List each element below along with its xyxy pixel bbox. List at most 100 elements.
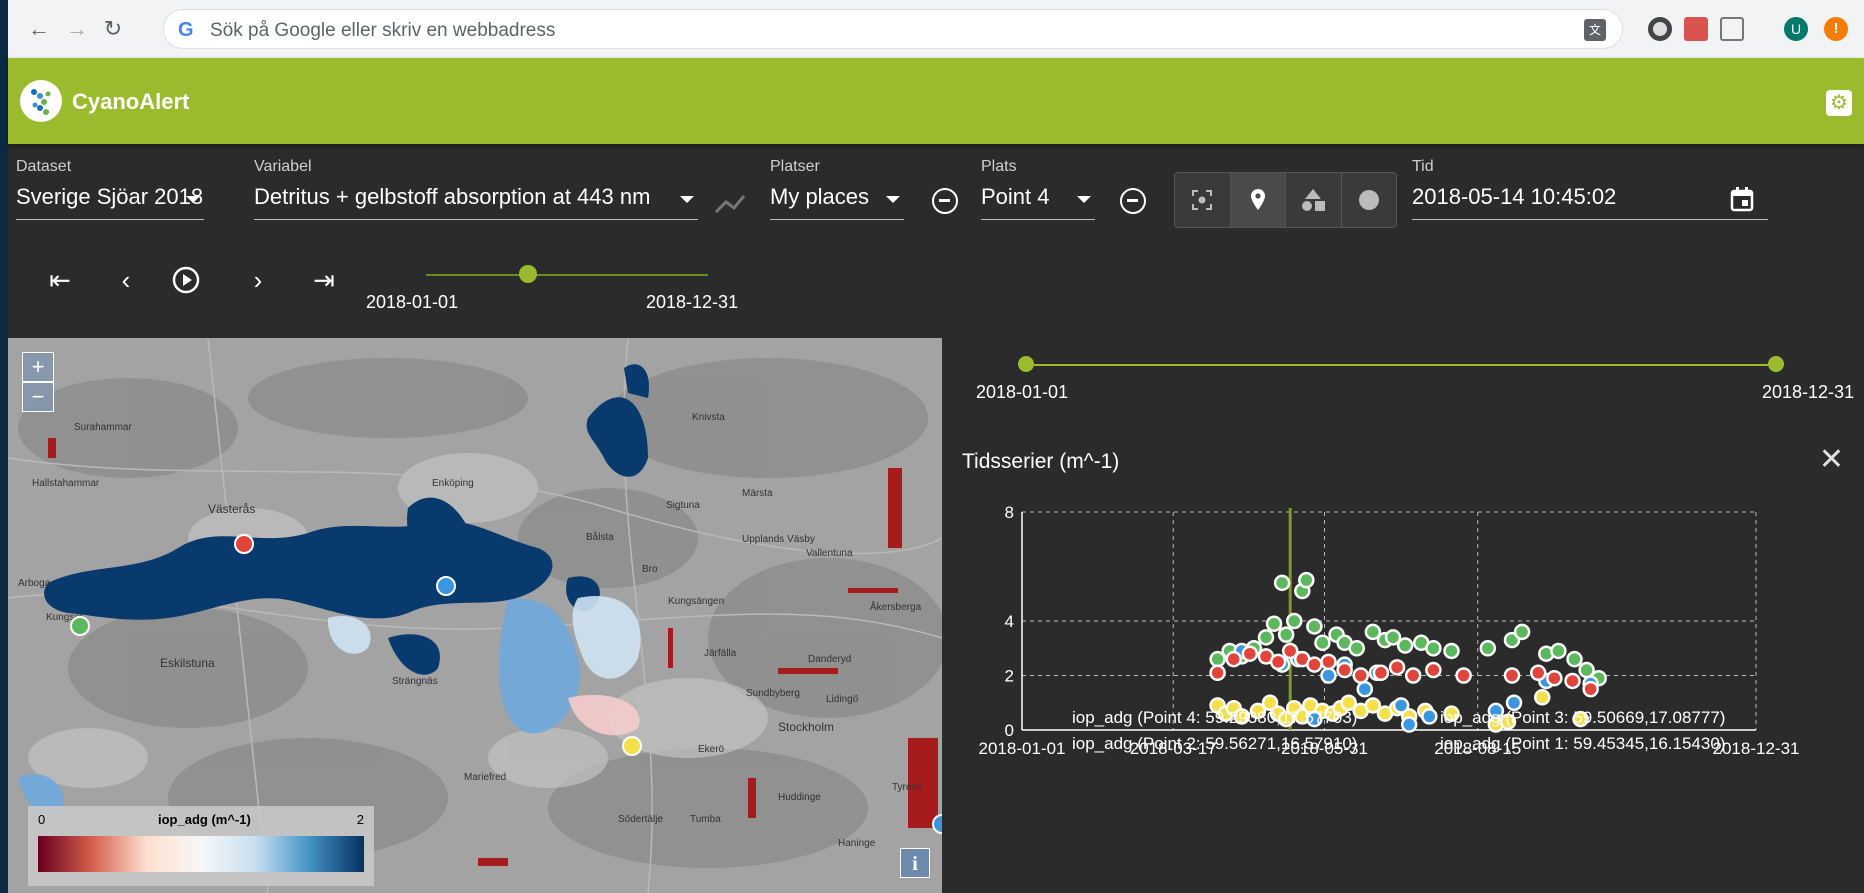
place-select[interactable]: Point 4 <box>981 184 1095 220</box>
place-label: Åkersberga <box>870 602 922 613</box>
zoom-out-button[interactable]: − <box>22 382 54 412</box>
reload-icon[interactable]: ↻ <box>100 16 126 42</box>
first-step-icon[interactable]: ⇤ <box>42 266 78 294</box>
address-bar[interactable]: G Sök på Google eller skriv en webbadres… <box>163 9 1623 49</box>
browser-toolbar: ← → ↻ G Sök på Google eller skriv en web… <box>8 0 1864 58</box>
y-tick-label: 2 <box>1005 667 1014 686</box>
point-4-marker[interactable] <box>622 736 642 756</box>
circle-icon[interactable] <box>1342 173 1397 227</box>
update-alert-icon[interactable]: ! <box>1824 17 1848 41</box>
data-point-series-4 <box>1352 667 1370 684</box>
places-select[interactable]: My places <box>770 184 904 220</box>
data-point-series-3 <box>1421 708 1438 725</box>
place-label: Kungsängen <box>668 596 725 607</box>
variable-value: Detritus + gelbstoff absorption at 443 n… <box>254 184 651 209</box>
chevron-down-icon <box>1077 196 1091 203</box>
next-step-icon[interactable]: › <box>240 266 276 294</box>
extension-ring-icon[interactable] <box>1648 17 1672 41</box>
data-point-series-1 <box>1534 689 1551 706</box>
shapes-icon[interactable] <box>1286 173 1342 227</box>
remove-place-icon[interactable] <box>1120 188 1146 214</box>
zoom-in-button[interactable]: + <box>22 352 54 382</box>
point-2-marker[interactable] <box>436 576 456 596</box>
map-color-legend: 0 iop_adg (m^-1) 2 <box>28 806 374 886</box>
data-point-series-2 <box>1277 626 1295 643</box>
address-placeholder: Sök på Google eller skriv en webbadress <box>210 20 556 41</box>
slider-start-label: 2018-01-01 <box>366 292 459 312</box>
legend-colorbar <box>38 836 364 872</box>
range-slider-track[interactable] <box>1026 364 1776 366</box>
place-label: Enköping <box>432 478 474 489</box>
cast-extension-icon[interactable] <box>1720 17 1744 41</box>
place-label: Surahammar <box>74 422 132 433</box>
last-step-icon[interactable]: ⇥ <box>306 266 342 294</box>
data-point-series-4 <box>1529 664 1547 682</box>
legend-min: 0 <box>38 812 46 827</box>
timeseries-chart-icon[interactable] <box>714 192 750 216</box>
calendar-icon[interactable] <box>1730 186 1754 218</box>
pdf-extension-icon[interactable] <box>1684 17 1708 41</box>
legend-max: 2 <box>356 812 364 827</box>
previous-step-icon[interactable]: ‹ <box>108 266 144 294</box>
place-label: Järfälla <box>704 648 737 659</box>
place-label: Stockholm <box>778 720 835 734</box>
places-label: Platser <box>770 158 820 175</box>
info-button[interactable]: i <box>900 848 930 878</box>
place-label: Södertälje <box>618 814 664 825</box>
chart-title: Tidsserier (m^-1) <box>962 450 1120 473</box>
chevron-down-icon <box>886 196 900 203</box>
series-legend-point-1: iop_adg (Point 1: 59.45345,16.15430) <box>1440 734 1726 753</box>
time-label: Tid <box>1412 158 1434 175</box>
range-start-thumb[interactable] <box>1018 356 1034 372</box>
close-icon[interactable]: ✕ <box>1819 442 1844 477</box>
series-legend-point-3: iop_adg (Point 3: 59.50669,17.08777) <box>1440 708 1726 727</box>
data-point-series-4 <box>1564 672 1581 690</box>
variable-select[interactable]: Detritus + gelbstoff absorption at 443 n… <box>254 184 698 220</box>
x-tick-label: 2018-12-31 <box>1713 739 1800 758</box>
y-tick-label: 8 <box>1005 503 1014 522</box>
dataset-select[interactable]: Sverige Sjöar 2018 <box>16 184 204 220</box>
time-value: 2018-05-14 10:45:02 <box>1412 184 1617 209</box>
data-point-series-4 <box>1582 680 1599 698</box>
map-view[interactable]: Surahammar Hallstahammar Västerås Enköpi… <box>8 338 942 893</box>
screen: ← → ↻ G Sök på Google eller skriv en web… <box>8 0 1864 893</box>
data-point-series-4 <box>1225 650 1242 668</box>
place-label: Bro <box>642 564 658 575</box>
place-label: Västerås <box>208 502 256 516</box>
data-point-series-4 <box>1546 669 1563 687</box>
time-input[interactable]: 2018-05-14 10:45:02 <box>1412 184 1768 220</box>
data-point-series-2 <box>1566 650 1583 668</box>
point-3-marker[interactable] <box>70 616 90 636</box>
slider-end-label: 2018-12-31 <box>646 292 739 312</box>
place-label: Upplands Väsby <box>742 534 815 545</box>
dataset-label: Dataset <box>16 158 72 175</box>
range-end-thumb[interactable] <box>1768 356 1784 372</box>
places-value: My places <box>770 184 870 209</box>
place-label: Vallentuna <box>806 548 853 559</box>
pin-icon[interactable] <box>1230 173 1286 227</box>
legend-variable: iop_adg (m^-1) <box>158 812 251 827</box>
data-point-series-2 <box>1285 612 1303 630</box>
remove-places-icon[interactable] <box>932 188 958 214</box>
time-slider-thumb[interactable] <box>519 265 537 283</box>
settings-gear-icon[interactable]: ⚙ <box>1826 90 1852 116</box>
place-label: Haninge <box>838 838 876 849</box>
data-point-series-2 <box>1298 571 1315 589</box>
chevron-down-icon <box>680 196 694 203</box>
forward-arrow-icon[interactable]: → <box>64 16 90 42</box>
translate-icon[interactable]: 文 <box>1584 19 1606 41</box>
place-value: Point 4 <box>981 184 1050 209</box>
time-slider-track[interactable] <box>426 274 708 276</box>
timeseries-chart: 02482018-01-01 2018-03-17 2018-05-31 2018-0… <box>979 503 1800 758</box>
y-tick-label: 0 <box>1005 721 1014 740</box>
data-point-series-2 <box>1257 629 1275 646</box>
play-button-icon[interactable] <box>168 266 204 294</box>
data-point-series-2 <box>1443 642 1460 660</box>
back-arrow-icon[interactable]: ← <box>26 16 52 42</box>
data-point-series-2 <box>1348 640 1365 657</box>
focus-icon[interactable] <box>1175 173 1231 227</box>
point-1-marker[interactable] <box>234 534 254 554</box>
place-label: Huddinge <box>778 792 821 803</box>
profile-avatar[interactable]: U <box>1784 17 1808 41</box>
data-point-series-4 <box>1241 645 1259 662</box>
